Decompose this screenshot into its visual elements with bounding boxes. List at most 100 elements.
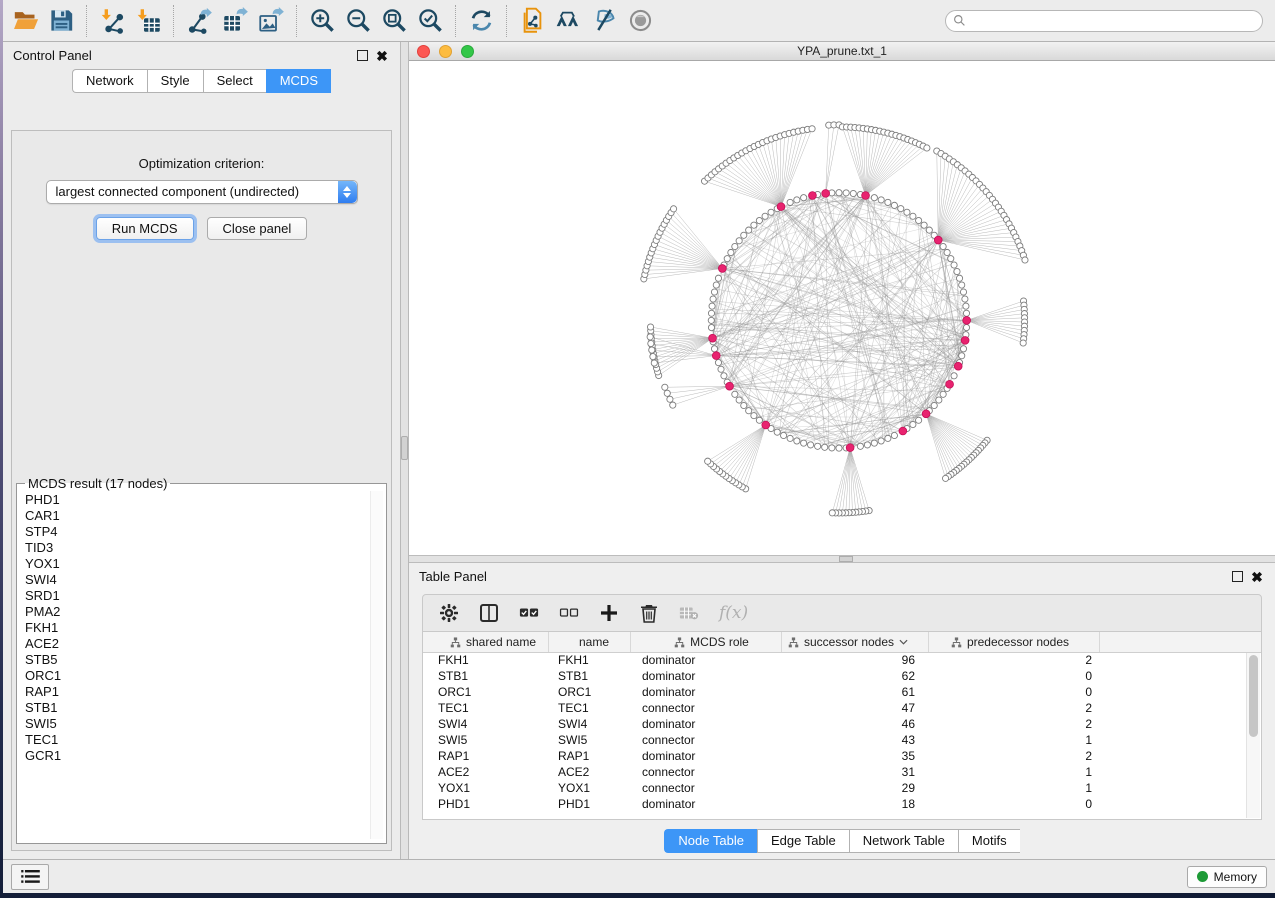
new-network-from-selection-icon[interactable]: [514, 3, 550, 39]
delete-column-icon[interactable]: [639, 603, 659, 623]
open-file-icon[interactable]: [7, 3, 43, 39]
birdseye-view-icon[interactable]: [622, 3, 658, 39]
horizontal-split-divider[interactable]: [409, 555, 1275, 563]
save-session-icon[interactable]: [43, 3, 79, 39]
mcds-result-item[interactable]: SWI4: [25, 572, 386, 588]
memory-status-icon: [1197, 871, 1208, 882]
mcds-result-item[interactable]: ACE2: [25, 636, 386, 652]
mcds-result-item[interactable]: FKH1: [25, 620, 386, 636]
divider-grip[interactable]: [401, 436, 408, 460]
column-header-mcds-role[interactable]: MCDS role: [631, 632, 782, 652]
table-row[interactable]: SWI4 SWI4 dominator 46 2: [423, 717, 1261, 733]
mcds-result-item[interactable]: SWI5: [25, 716, 386, 732]
mcds-result-item[interactable]: GCR1: [25, 748, 386, 764]
scrollbar-thumb[interactable]: [1249, 655, 1258, 737]
mcds-result-item[interactable]: YOX1: [25, 556, 386, 572]
run-mcds-button[interactable]: Run MCDS: [96, 217, 194, 240]
vertical-split-divider[interactable]: [400, 42, 409, 859]
mcds-result-item[interactable]: TEC1: [25, 732, 386, 748]
criterion-dropdown[interactable]: largest connected component (undirected): [46, 180, 358, 204]
close-panel-icon[interactable]: ✖: [1249, 569, 1265, 585]
search-input[interactable]: [945, 10, 1263, 32]
table-tab[interactable]: Edge Table: [757, 829, 849, 853]
task-history-button[interactable]: [11, 864, 49, 890]
cytoscape-window: Control Panel ✖ NetworkStyleSelectMCDS O…: [3, 0, 1275, 893]
zoom-selected-icon[interactable]: [412, 3, 448, 39]
column-header-predecessor-nodes[interactable]: predecessor nodes: [929, 632, 1100, 652]
table-settings-icon[interactable]: [439, 603, 459, 623]
table-row[interactable]: FKH1 FKH1 dominator 96 2: [423, 653, 1261, 669]
toolbar-separator: [455, 5, 456, 37]
zoom-in-icon[interactable]: [304, 3, 340, 39]
network-graph[interactable]: [409, 61, 1275, 554]
mcds-result-item[interactable]: RAP1: [25, 684, 386, 700]
hide-graphics-details-icon[interactable]: [586, 3, 622, 39]
export-network-icon[interactable]: [181, 3, 217, 39]
control-panel-tab[interactable]: MCDS: [266, 69, 331, 93]
table-row[interactable]: TEC1 TEC1 connector 47 2: [423, 701, 1261, 717]
table-row[interactable]: YOX1 YOX1 connector 29 1: [423, 781, 1261, 797]
column-header-name[interactable]: name: [549, 632, 631, 652]
network-canvas[interactable]: [409, 61, 1275, 555]
unselect-all-columns-icon[interactable]: [559, 603, 579, 623]
toolbar-separator: [506, 5, 507, 37]
column-header-shared-name[interactable]: shared name: [423, 632, 549, 652]
table-row[interactable]: RAP1 RAP1 dominator 35 2: [423, 749, 1261, 765]
network-window-title: YPA_prune.txt_1: [797, 44, 887, 58]
mcds-result-item[interactable]: TID3: [25, 540, 386, 556]
minimize-window-icon[interactable]: [439, 45, 452, 58]
table-row[interactable]: STB1 STB1 dominator 62 0: [423, 669, 1261, 685]
show-columns-icon[interactable]: [479, 603, 499, 623]
table-scrollbar[interactable]: [1246, 653, 1260, 818]
select-all-columns-icon[interactable]: [519, 603, 539, 623]
mcds-result-item[interactable]: STB1: [25, 700, 386, 716]
table-row[interactable]: SWI5 SWI5 connector 43 1: [423, 733, 1261, 749]
toolbar-separator: [173, 5, 174, 37]
close-window-icon[interactable]: [417, 45, 430, 58]
table-tab[interactable]: Network Table: [849, 829, 958, 853]
control-panel-title: Control Panel: [13, 48, 350, 63]
divider-grip[interactable]: [839, 556, 853, 562]
float-panel-icon[interactable]: [354, 48, 370, 64]
float-panel-icon[interactable]: [1229, 569, 1245, 585]
column-header-successor-nodes[interactable]: successor nodes: [782, 632, 929, 652]
mcds-result-item[interactable]: SRD1: [25, 588, 386, 604]
control-panel-tab[interactable]: Network: [72, 69, 147, 93]
toolbar-separator: [86, 5, 87, 37]
table-row[interactable]: ACE2 ACE2 connector 31 1: [423, 765, 1261, 781]
export-image-icon[interactable]: [253, 3, 289, 39]
desktop-wallpaper: Control Panel ✖ NetworkStyleSelectMCDS O…: [0, 0, 1275, 898]
close-panel-button[interactable]: Close panel: [207, 217, 308, 240]
table-header-row: shared name name MCDS role successor nod…: [423, 632, 1261, 653]
mcds-result-item[interactable]: STP4: [25, 524, 386, 540]
add-column-icon[interactable]: [599, 603, 619, 623]
memory-button[interactable]: Memory: [1187, 866, 1267, 888]
import-network-icon[interactable]: [94, 3, 130, 39]
mcds-result-item[interactable]: STB5: [25, 652, 386, 668]
export-table-icon[interactable]: [217, 3, 253, 39]
refresh-layout-icon[interactable]: [463, 3, 499, 39]
column-header-filler: [1100, 632, 1261, 652]
search-field: [945, 10, 1263, 32]
result-scrollbar[interactable]: [370, 491, 383, 839]
import-table-icon[interactable]: [130, 3, 166, 39]
zoom-out-icon[interactable]: [340, 3, 376, 39]
control-panel-tab[interactable]: Select: [203, 69, 266, 93]
table-row[interactable]: PHD1 PHD1 dominator 18 0: [423, 797, 1261, 813]
function-builder-icon: f(x): [719, 603, 748, 623]
table-row[interactable]: ORC1 ORC1 dominator 61 0: [423, 685, 1261, 701]
network-window-titlebar[interactable]: YPA_prune.txt_1: [409, 42, 1275, 61]
close-panel-icon[interactable]: ✖: [374, 48, 390, 64]
mcds-result-item[interactable]: ORC1: [25, 668, 386, 684]
maximize-window-icon[interactable]: [461, 45, 474, 58]
table-tab[interactable]: Node Table: [664, 829, 757, 853]
network-finder-icon[interactable]: [550, 3, 586, 39]
sort-descending-icon: [899, 639, 908, 645]
mcds-result-item[interactable]: PMA2: [25, 604, 386, 620]
zoom-fit-icon[interactable]: [376, 3, 412, 39]
mcds-result-item[interactable]: CAR1: [25, 508, 386, 524]
hierarchy-icon: [951, 637, 962, 648]
table-tab[interactable]: Motifs: [958, 829, 1020, 853]
mcds-result-item[interactable]: PHD1: [25, 492, 386, 508]
control-panel-tab[interactable]: Style: [147, 69, 203, 93]
